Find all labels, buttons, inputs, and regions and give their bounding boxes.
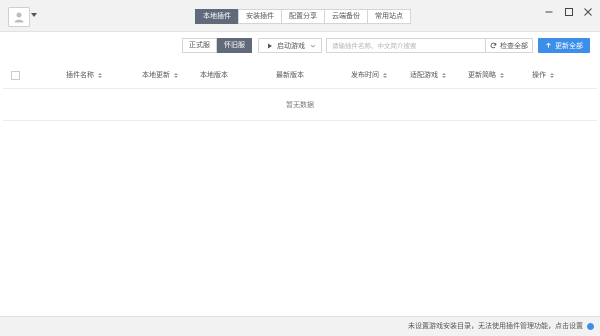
- tab-common-sites[interactable]: 常用站点: [367, 9, 411, 24]
- column-header-label: 插件名称: [66, 71, 94, 79]
- status-bar: 未设置游戏安装目录，无法使用插件管理功能，点击设置: [0, 316, 600, 336]
- column-header-local-update[interactable]: 本地更新: [142, 62, 178, 88]
- tab-cloud-backup[interactable]: 云端备份: [324, 9, 368, 24]
- launch-game-dropdown[interactable]: 启动游戏: [258, 38, 322, 53]
- play-icon: [268, 43, 272, 48]
- check-all-label: 检查全部: [500, 41, 528, 50]
- tab-local-plugins[interactable]: 本地插件: [195, 9, 239, 24]
- user-icon: [14, 12, 24, 23]
- empty-state: 暂无数据: [3, 89, 597, 121]
- chevron-down-icon: [310, 44, 316, 48]
- column-header-update-notes[interactable]: 更新简略: [468, 62, 504, 88]
- version-retail-button[interactable]: 正式服: [182, 38, 217, 53]
- launch-game-label: 启动游戏: [277, 41, 305, 50]
- main-tabs: 本地插件 安装插件 配置分享 云端备份 常用站点: [195, 9, 411, 24]
- sort-icon: [174, 72, 178, 78]
- sort-icon: [500, 72, 504, 78]
- title-bar: 本地插件 安装插件 配置分享 云端备份 常用站点: [0, 0, 600, 32]
- column-header-label: 最新版本: [276, 71, 304, 79]
- upload-icon: [546, 42, 551, 48]
- sort-icon: [442, 72, 446, 78]
- column-header-label: 本地版本: [200, 71, 228, 79]
- sort-icon: [383, 72, 387, 78]
- column-header-label: 发布时间: [351, 71, 379, 79]
- maximize-button[interactable]: [563, 6, 575, 18]
- sort-icon: [98, 72, 102, 78]
- column-header-label: 更新简略: [468, 71, 496, 79]
- sort-icon: [550, 72, 554, 78]
- update-all-label: 更新全部: [555, 41, 583, 50]
- refresh-icon: [490, 42, 497, 49]
- column-header-publish-time[interactable]: 发布时间: [351, 62, 387, 88]
- maximize-icon: [565, 8, 573, 16]
- version-classic-button[interactable]: 怀旧服: [217, 38, 252, 53]
- close-icon: [584, 8, 592, 16]
- update-all-button[interactable]: 更新全部: [538, 38, 590, 53]
- column-header-label: 本地更新: [142, 71, 170, 79]
- minimize-button[interactable]: [543, 6, 555, 18]
- column-header-latest-version: 最新版本: [276, 62, 304, 88]
- settings-icon[interactable]: [587, 323, 594, 330]
- empty-state-text: 暂无数据: [286, 100, 314, 109]
- column-header-name[interactable]: 插件名称: [66, 62, 102, 88]
- chevron-down-icon[interactable]: [31, 13, 37, 17]
- avatar[interactable]: [8, 7, 30, 27]
- search-input[interactable]: [326, 38, 490, 53]
- column-header-actions[interactable]: 操作: [532, 62, 554, 88]
- check-all-button[interactable]: 检查全部: [485, 38, 533, 53]
- server-version-switch: 正式服 怀旧服: [182, 38, 252, 53]
- close-button[interactable]: [582, 6, 594, 18]
- column-header-label: 操作: [532, 71, 546, 79]
- status-message[interactable]: 未设置游戏安装目录，无法使用插件管理功能，点击设置: [408, 321, 583, 331]
- column-header-game[interactable]: 适配游戏: [410, 62, 446, 88]
- tab-install-plugins[interactable]: 安装插件: [238, 9, 282, 24]
- select-all-checkbox[interactable]: [11, 71, 20, 80]
- column-header-label: 适配游戏: [410, 71, 438, 79]
- tab-config-share[interactable]: 配置分享: [281, 9, 325, 24]
- table-header: 插件名称 本地更新 本地版本 最新版本 发布时间 适配游戏 更新简略 操作: [3, 62, 597, 89]
- column-header-local-version: 本地版本: [200, 62, 228, 88]
- minimize-icon: [545, 11, 553, 13]
